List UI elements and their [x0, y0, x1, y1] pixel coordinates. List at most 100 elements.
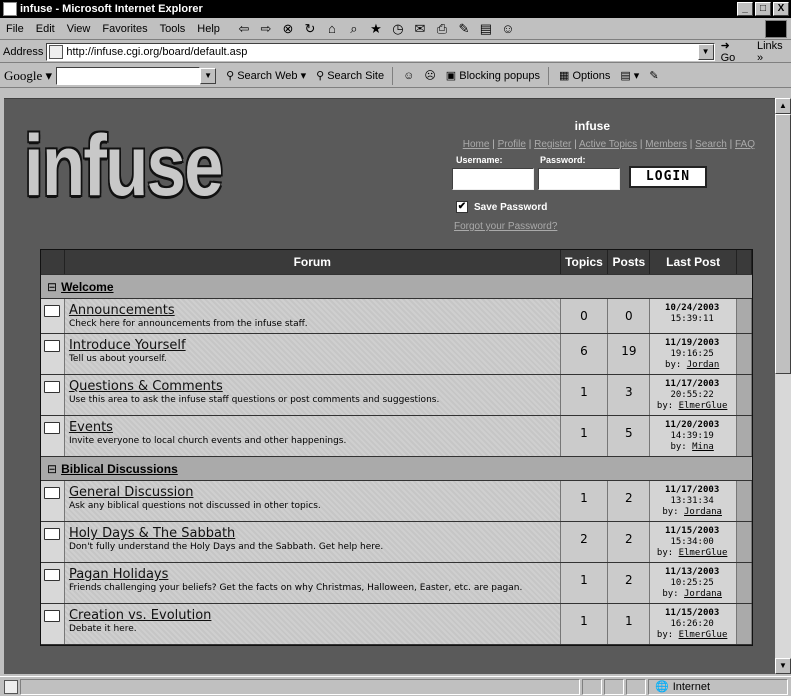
favorites-icon[interactable]: ★ [368, 21, 384, 37]
status-text [20, 678, 580, 695]
nav-faq[interactable]: FAQ [735, 139, 755, 150]
forum-link[interactable]: General Discussion [69, 485, 556, 500]
row-end-cell [737, 375, 752, 415]
forum-link[interactable]: Questions & Comments [69, 379, 556, 394]
search-web-button[interactable]: ⚲ Search Web ▾ [226, 69, 306, 82]
stop-icon[interactable]: ⊗ [280, 21, 296, 37]
site-logo[interactable]: infuse [24, 123, 223, 209]
forum-link[interactable]: Creation vs. Evolution [69, 608, 556, 623]
author-link[interactable]: ElmerGlue [679, 401, 728, 411]
table-row: Questions & Comments Use this area to ask… [41, 375, 752, 416]
messenger-icon[interactable]: ☺ [500, 21, 516, 36]
blocking-popups-button[interactable]: ▣ Blocking popups [446, 69, 540, 82]
search-icon[interactable]: ⌕ [346, 21, 362, 37]
author-link[interactable]: Jordana [684, 589, 722, 599]
password-label: Password: [540, 155, 586, 165]
site-nav: Home | Profile | Register | Active Topic… [462, 139, 755, 150]
google-logo-text: Google [4, 67, 43, 83]
posts-count: 2 [608, 563, 651, 603]
maximize-button[interactable]: □ [755, 2, 771, 16]
status-cell [626, 678, 646, 695]
window-title: infuse - Microsoft Internet Explorer [20, 3, 203, 15]
page-dropdown-icon[interactable]: ▤ ▾ [620, 69, 639, 82]
password-input[interactable] [538, 168, 620, 190]
blocking-label: Blocking popups [459, 70, 540, 82]
category-link[interactable]: ⊟ Welcome [41, 280, 114, 294]
menu-edit[interactable]: Edit [30, 23, 61, 35]
collapse-icon[interactable]: ⊟ [47, 280, 57, 294]
topics-count: 6 [560, 334, 609, 374]
address-dropdown-icon[interactable]: ▼ [697, 43, 714, 60]
nav-profile[interactable]: Profile [498, 139, 526, 150]
author-link[interactable]: Jordan [687, 360, 720, 370]
forum-description: Check here for announcements from the in… [68, 319, 308, 329]
row-end-cell [737, 604, 752, 644]
folder-icon [44, 422, 61, 434]
back-icon[interactable]: ⇦ [236, 21, 252, 37]
topics-count: 1 [560, 481, 609, 521]
username-input[interactable] [452, 168, 534, 190]
save-password[interactable]: ✔ Save Password [456, 201, 547, 213]
history-icon[interactable]: ◷ [390, 21, 406, 37]
smiley-icon[interactable]: ☺ [403, 70, 414, 82]
author-link[interactable]: ElmerGlue [679, 630, 728, 640]
vertical-scrollbar[interactable]: ▲ ▼ [775, 98, 791, 674]
last-post-date: 11/20/2003 [665, 420, 720, 430]
menu-tools[interactable]: Tools [154, 23, 192, 35]
menu-file[interactable]: File [0, 23, 30, 35]
links-button[interactable]: Links » [757, 40, 791, 64]
username-label: Username: [456, 155, 503, 165]
scroll-down-icon[interactable]: ▼ [775, 658, 791, 674]
nav-search[interactable]: Search [695, 139, 727, 150]
address-url[interactable]: http://infuse.cgi.org/board/default.asp [66, 46, 697, 58]
collapse-icon[interactable]: ⊟ [47, 462, 57, 476]
forum-link[interactable]: Events [69, 420, 556, 435]
save-password-checkbox[interactable]: ✔ [456, 201, 468, 213]
last-post-time: 20:55:22 [670, 390, 714, 400]
category-name: Biblical Discussions [61, 461, 178, 476]
refresh-icon[interactable]: ↻ [302, 21, 318, 37]
author-link[interactable]: Mina [692, 442, 714, 452]
address-input[interactable]: http://infuse.cgi.org/board/default.asp … [46, 42, 715, 61]
scroll-thumb[interactable] [775, 114, 791, 374]
forum-link[interactable]: Introduce Yourself [69, 338, 556, 353]
google-search-input[interactable] [56, 66, 201, 85]
last-post-cell: 11/15/2003 16:26:20 by: ElmerGlue [650, 604, 738, 644]
options-button[interactable]: ▦ Options [559, 69, 610, 82]
frown-icon[interactable]: ☹ [424, 69, 435, 82]
forum-description: Don't fully understand the Holy Days and… [68, 542, 384, 552]
nav-home[interactable]: Home [463, 139, 490, 150]
google-dropdown-icon[interactable]: ▼ [200, 67, 217, 84]
forum-link[interactable]: Announcements [69, 303, 556, 318]
go-label: Go [720, 52, 736, 64]
nav-register[interactable]: Register [534, 139, 571, 150]
google-logo[interactable]: Google ▾ [0, 68, 56, 84]
discuss-icon[interactable]: ▤ [478, 21, 494, 37]
author-link[interactable]: ElmerGlue [679, 548, 728, 558]
author-link[interactable]: Jordana [684, 507, 722, 517]
menu-favorites[interactable]: Favorites [96, 23, 153, 35]
forum-link[interactable]: Holy Days & The Sabbath [69, 526, 556, 541]
go-button[interactable]: ➜ Go [721, 39, 747, 64]
edit-icon[interactable]: ✎ [456, 21, 472, 37]
home-icon[interactable]: ⌂ [324, 21, 340, 36]
category-link[interactable]: ⊟ Biblical Discussions [41, 462, 178, 476]
menu-help[interactable]: Help [191, 23, 226, 35]
nav-members[interactable]: Members [645, 139, 687, 150]
scroll-up-icon[interactable]: ▲ [775, 98, 791, 114]
menu-view[interactable]: View [61, 23, 97, 35]
nav-active-topics[interactable]: Active Topics [579, 139, 637, 150]
last-post-cell: 10/24/2003 15:39:11 [650, 299, 738, 333]
posts-count: 0 [608, 299, 651, 333]
forward-icon[interactable]: ⇨ [258, 21, 274, 37]
mail-icon[interactable]: ✉ [412, 21, 428, 37]
search-site-button[interactable]: ⚲ Search Site [316, 69, 384, 82]
minimize-button[interactable]: _ [737, 2, 753, 16]
login-button[interactable]: LOGIN [629, 166, 707, 188]
last-post-date: 11/15/2003 [665, 608, 720, 618]
highlight-icon[interactable]: ✎ [649, 69, 658, 82]
forum-link[interactable]: Pagan Holidays [69, 567, 556, 582]
forgot-password-link[interactable]: Forgot your Password? [454, 221, 557, 232]
print-icon[interactable]: ⎙ [434, 21, 450, 37]
close-button[interactable]: X [773, 2, 789, 16]
